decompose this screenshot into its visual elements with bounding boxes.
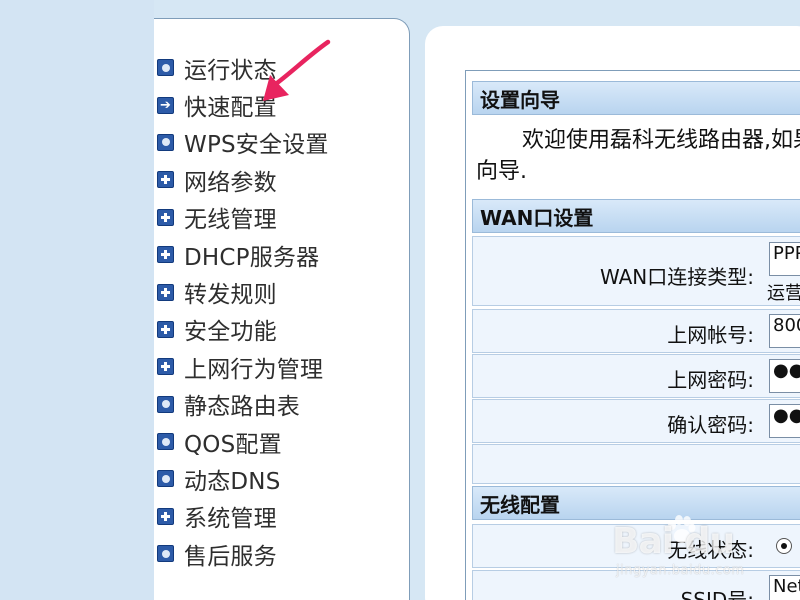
bullet-icon: [157, 433, 174, 451]
plus-icon: [157, 283, 174, 301]
sidebar-item-label: 安全功能: [184, 319, 277, 346]
password-row: 上网密码: ●●●: [472, 354, 800, 398]
sidebar-item-status[interactable]: 运行状态: [154, 49, 329, 86]
plus-icon: [157, 246, 174, 264]
sidebar-item-qos[interactable]: QOS配置: [154, 423, 329, 460]
ssid-row: SSID号: Net: [472, 570, 800, 600]
wan-type-select[interactable]: PPP: [769, 242, 800, 276]
account-input[interactable]: 800: [769, 314, 800, 348]
bullet-icon: [157, 545, 174, 563]
sidebar-item-quick-setup[interactable]: ➔ 快速配置: [154, 86, 329, 123]
wireless-section-title: 无线配置: [472, 486, 800, 520]
sidebar-item-label: 动态DNS: [184, 468, 281, 495]
wizard-section-title: 设置向导: [472, 81, 800, 115]
sidebar-item-forwarding[interactable]: 转发规则: [154, 273, 329, 310]
plus-icon: [157, 171, 174, 189]
plus-icon: [157, 507, 174, 525]
wan-type-row: WAN口连接类型: PPP 运营: [472, 236, 800, 306]
sidebar-item-wps-security[interactable]: WPS安全设置: [154, 124, 329, 161]
bullet-icon: [157, 395, 174, 413]
sidebar-item-label: 转发规则: [184, 282, 277, 309]
sidebar-item-label: DHCP服务器: [184, 244, 320, 271]
welcome-message: 欢迎使用磊科无线路由器,如果 向导.: [476, 125, 800, 187]
sidebar-item-service[interactable]: 售后服务: [154, 535, 329, 572]
bullet-icon: [157, 470, 174, 488]
ssid-label: SSID号:: [680, 588, 754, 600]
confirm-password-input[interactable]: ●●●: [769, 404, 800, 438]
sidebar-item-label: 无线管理: [184, 207, 277, 234]
sidebar-item-label: 上网行为管理: [184, 356, 324, 383]
welcome-line-1: 欢迎使用磊科无线路由器,如果: [522, 128, 800, 153]
sidebar-item-static-route[interactable]: 静态路由表: [154, 386, 329, 423]
plus-icon: [157, 358, 174, 376]
plus-icon: [157, 320, 174, 338]
sidebar-item-label: 运行状态: [184, 57, 277, 84]
sidebar-item-wireless[interactable]: 无线管理: [154, 199, 329, 236]
account-label: 上网帐号:: [667, 323, 754, 347]
sidebar-item-ddns[interactable]: 动态DNS: [154, 460, 329, 497]
bullet-icon: [157, 59, 174, 77]
sidebar-item-label: 售后服务: [184, 543, 277, 570]
password-label: 上网密码:: [667, 368, 754, 392]
arrow-right-icon: ➔: [157, 96, 174, 114]
sidebar-item-label: 快速配置: [184, 95, 277, 122]
sidebar-item-network-params[interactable]: 网络参数: [154, 161, 329, 198]
wan-type-note: 运营: [767, 283, 800, 304]
password-input[interactable]: ●●●: [769, 359, 800, 393]
setup-form-panel: 设置向导 欢迎使用磊科无线路由器,如果 向导. WAN口设置 WAN口连接类型:…: [465, 70, 800, 600]
sidebar-item-label: 网络参数: [184, 169, 277, 196]
wireless-status-row: 无线状态:: [472, 524, 800, 568]
wan-section-title: WAN口设置: [472, 199, 800, 233]
sidebar-item-system[interactable]: 系统管理: [154, 498, 329, 535]
wireless-status-label: 无线状态:: [667, 538, 754, 562]
bullet-icon: [157, 133, 174, 151]
sidebar-item-label: WPS安全设置: [184, 132, 329, 159]
sidebar-menu: 运行状态 ➔ 快速配置 WPS安全设置 网络参数 无线管理 DHCP服务器 转发…: [154, 49, 329, 572]
sidebar-item-label: 静态路由表: [184, 394, 300, 421]
welcome-line-2: 向导.: [476, 159, 527, 184]
sidebar-item-security[interactable]: 安全功能: [154, 311, 329, 348]
plus-icon: [157, 208, 174, 226]
sidebar-item-behavior[interactable]: 上网行为管理: [154, 348, 329, 385]
sidebar-item-label: QOS配置: [184, 431, 282, 458]
confirm-password-label: 确认密码:: [667, 413, 754, 437]
wireless-enable-radio-icon[interactable]: [776, 538, 792, 554]
confirm-password-row: 确认密码: ●●●: [472, 399, 800, 443]
wan-spacer-row: [472, 444, 800, 484]
wan-type-label: WAN口连接类型:: [599, 265, 754, 289]
ssid-input[interactable]: Net: [769, 575, 800, 600]
left-background-strip: [0, 0, 154, 600]
sidebar-item-dhcp[interactable]: DHCP服务器: [154, 236, 329, 273]
account-row: 上网帐号: 800: [472, 309, 800, 353]
sidebar-item-label: 系统管理: [184, 506, 277, 533]
